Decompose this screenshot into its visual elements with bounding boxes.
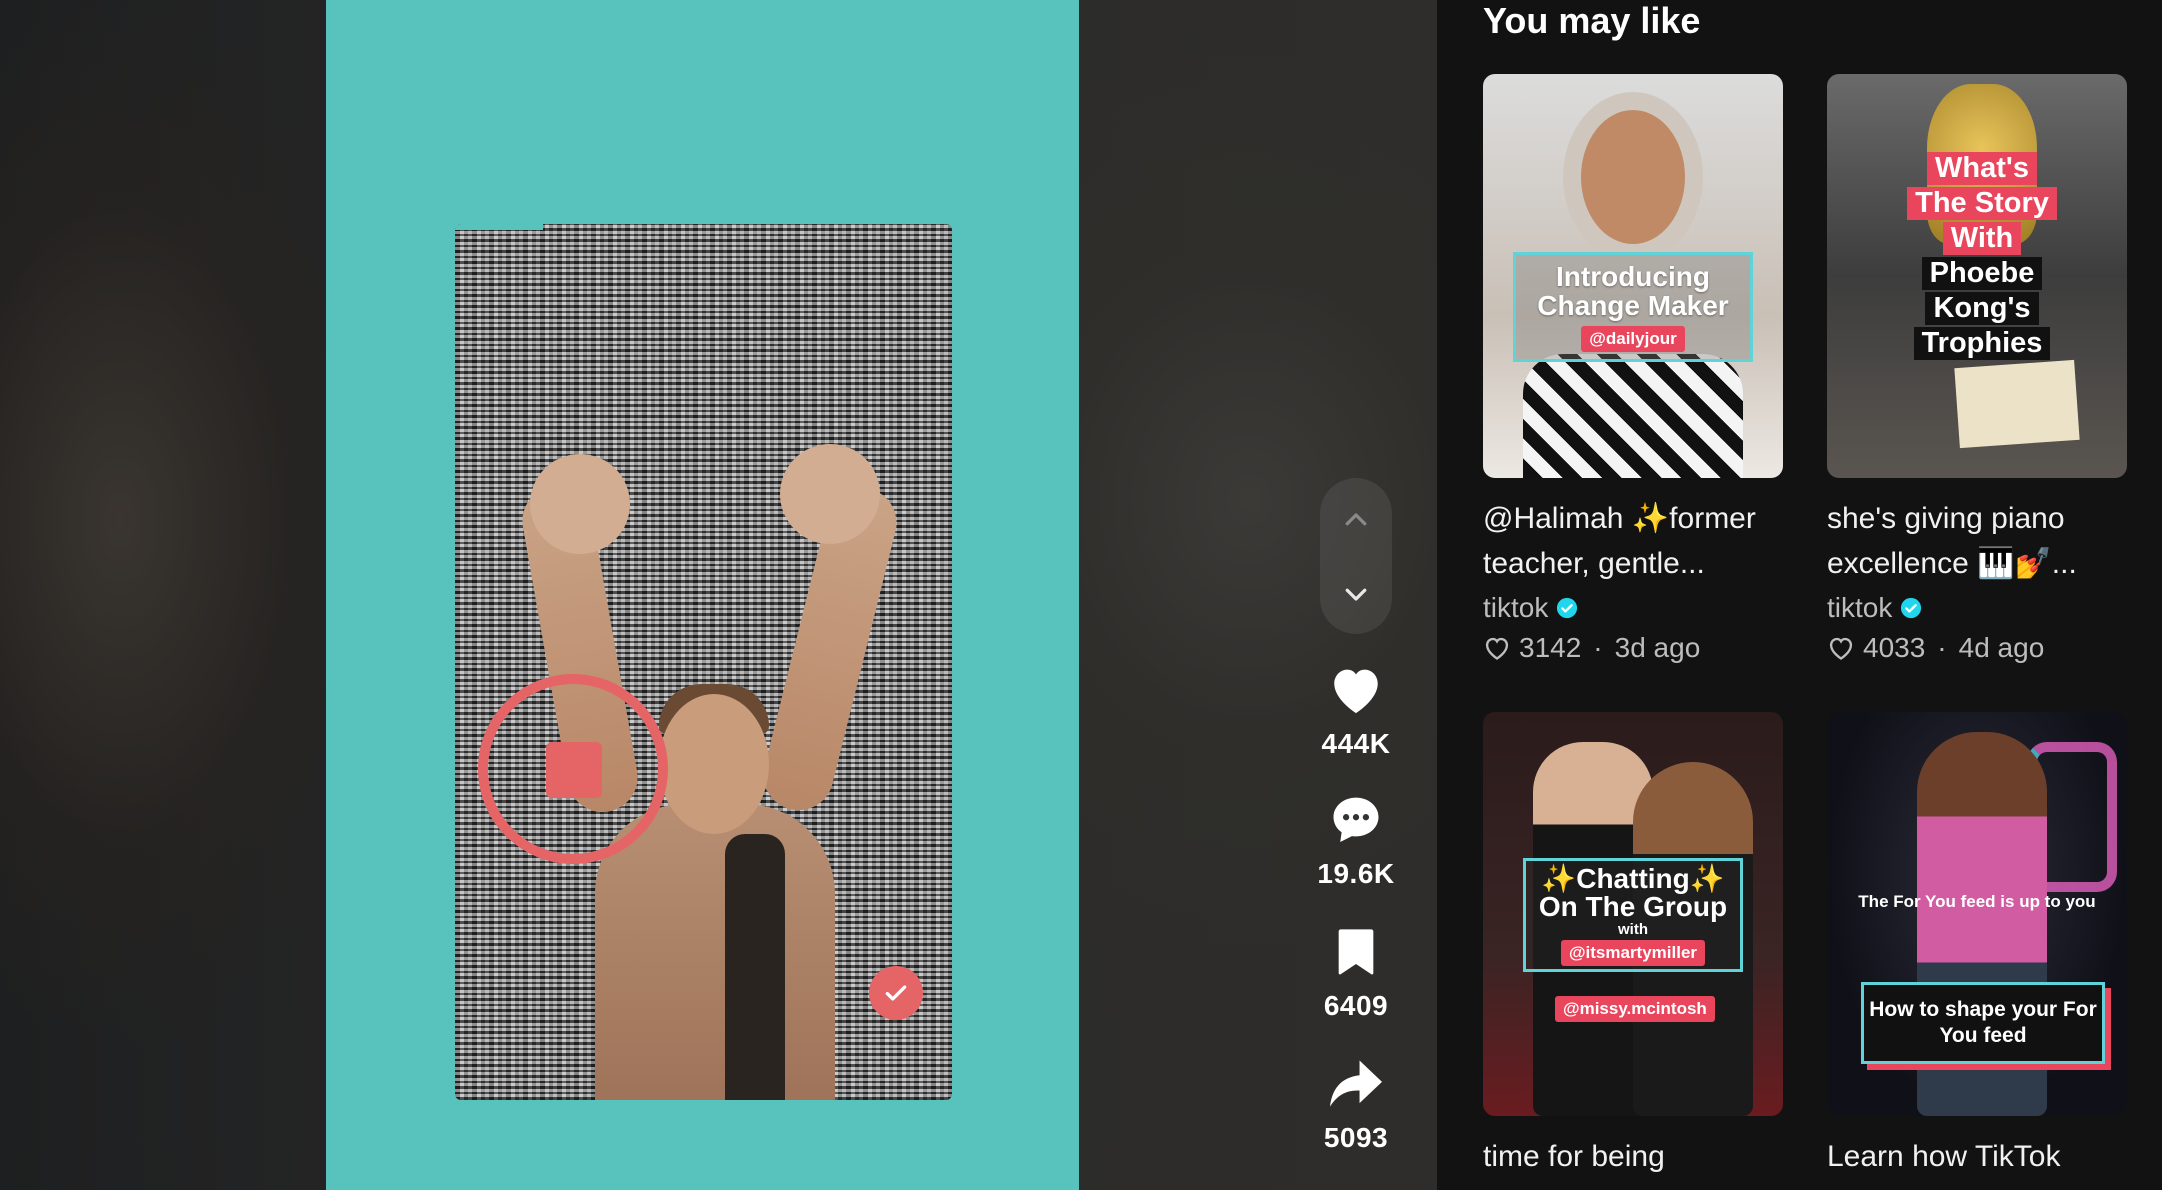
verified-badge-icon [1901,597,1922,619]
thumbnail-tag: @dailyjour [1581,326,1685,352]
thumbnail-text: What's [1927,152,2037,185]
save-button[interactable] [1300,920,1412,982]
chevron-down-icon [1345,588,1367,601]
you-may-like-heading: You may like [1483,0,1701,41]
like-count: 3142 [1519,632,1582,663]
video-thumbnail[interactable]: ✨Chatting✨ On The Group with @itsmartymi… [1483,712,1783,1116]
video-thumbnail[interactable]: What's The Story With Phoebe Kong's Trop… [1827,74,2127,478]
comment-action: 19.6K [1300,788,1412,890]
comment-count: 19.6K [1317,858,1395,889]
post-age: 4d ago [1958,632,2045,663]
video-meta: 4033 · 4d ago [1827,628,2127,668]
recommended-video-card[interactable]: The For You feed is up to you How to sha… [1827,712,2127,1179]
video-frame [455,224,952,1100]
recommended-video-card[interactable]: What's The Story With Phoebe Kong's Trop… [1827,74,2127,668]
stop-icon [546,742,602,798]
checkmark-icon [885,985,907,1001]
thumbnail-text: Kong's [1925,292,2039,325]
post-age: 3d ago [1614,632,1701,663]
save-count: 6409 [1323,990,1389,1021]
author-name: tiktok [1483,592,1549,623]
video-caption[interactable]: Learn how TikTok [1827,1134,2127,1179]
separator-dot: · [1937,632,1947,663]
video-player[interactable] [326,0,1079,1190]
heart-icon [1334,669,1378,714]
recommended-video-card[interactable]: Introducing Change Maker @dailyjour @Hal… [1483,74,1783,668]
recommendations-sidebar: You may like Introducing Change Maker @d… [1437,0,2162,1190]
like-count: 4033 [1863,632,1926,663]
video-meta: 3142 · 3d ago [1483,628,1783,668]
video-nav-pill [1320,478,1392,634]
chevron-up-icon [1345,513,1367,526]
author-row[interactable]: tiktok [1483,588,1783,628]
author-row[interactable]: tiktok [1827,588,2127,628]
video-progress-bar [455,224,543,230]
video-thumbnail[interactable]: Introducing Change Maker @dailyjour [1483,74,1783,478]
like-action: 444K [1300,658,1412,760]
share-arrow-icon [1330,1060,1382,1107]
author-name: tiktok [1827,592,1893,623]
thumbnail-text: Phoebe [1921,257,2043,290]
thumbnail-text: ✨Chatting✨ [1541,862,1725,894]
thumbnail-text: Introducing [1556,261,1710,292]
share-button[interactable] [1300,1052,1412,1114]
thumbnail-text: The Story [1907,187,2057,220]
video-caption[interactable]: @Halimah ✨former teacher, gentle... [1483,496,1783,586]
save-action: 6409 [1300,920,1412,1022]
thumbnail-tag: @missy.mcintosh [1555,996,1715,1022]
confirm-button[interactable] [869,966,923,1020]
video-caption[interactable]: she's giving piano excellence 🎹💅... [1827,496,2127,586]
thumbnail-text: The For You feed is up to you [1858,892,2096,911]
thumbnail-text: Trophies [1913,327,2051,360]
thumbnail-text: With [1942,222,2022,255]
thumbnail-text: with [1618,920,1648,938]
thumbnail-text: Change Maker [1537,290,1729,321]
comment-icon [1333,797,1379,842]
heart-outline-icon [1485,637,1509,660]
heart-outline-icon [1829,637,1853,660]
recommended-video-card[interactable]: ✨Chatting✨ On The Group with @itsmartymi… [1483,712,1783,1179]
like-button[interactable] [1300,658,1412,720]
thumbnail-text: How to shape your For You feed [1861,982,2105,1064]
like-count: 444K [1321,728,1391,759]
video-caption[interactable]: time for being [1483,1134,1783,1179]
thumbnail-text: On The Group [1538,890,1728,922]
comment-button[interactable] [1300,788,1412,850]
next-video-button[interactable] [1320,558,1392,630]
video-thumbnail[interactable]: The For You feed is up to you How to sha… [1827,712,2127,1116]
verified-badge-icon [1557,597,1578,619]
share-count: 5093 [1323,1122,1389,1153]
previous-video-button[interactable] [1320,484,1392,556]
thumbnail-tag: @itsmartymiller [1560,939,1706,966]
separator-dot: · [1593,632,1603,663]
share-action: 5093 [1300,1052,1412,1154]
bookmark-icon [1338,929,1374,975]
